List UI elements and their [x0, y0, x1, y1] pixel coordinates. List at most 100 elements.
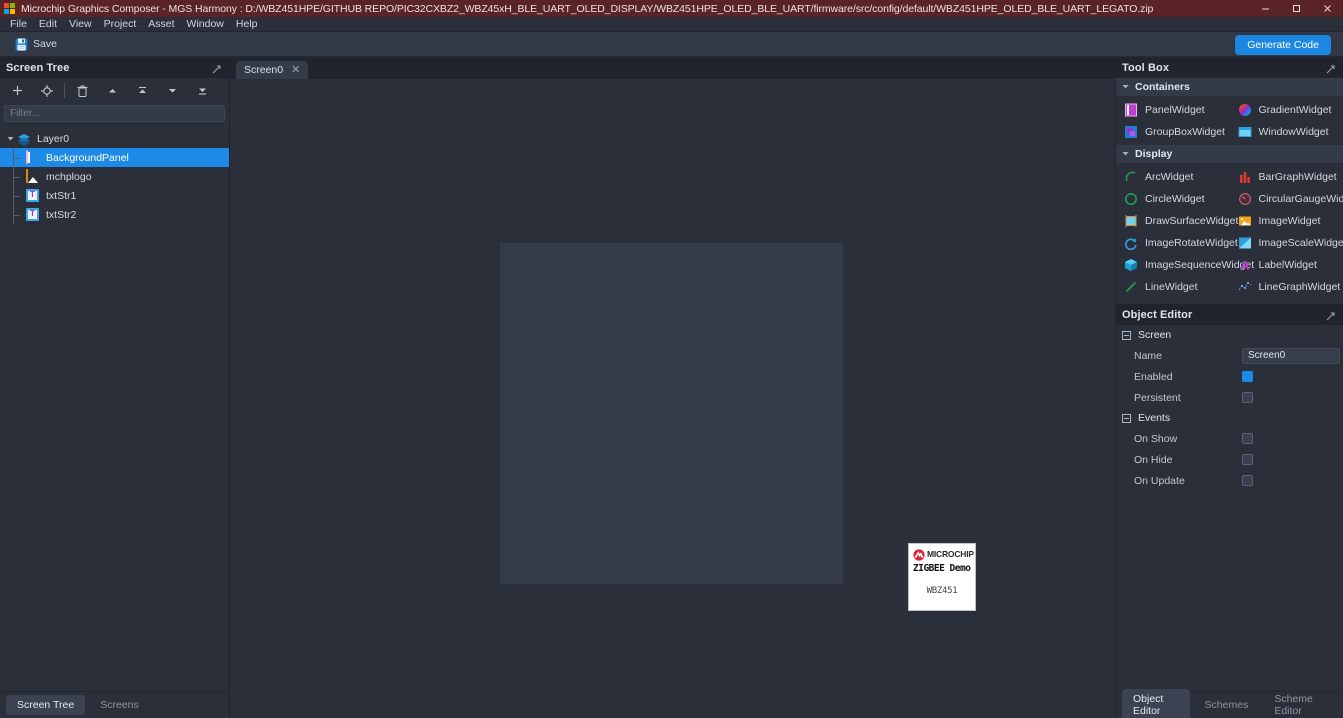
image-widget-icon	[1238, 214, 1252, 228]
title-bar: Microchip Graphics Composer - MGS Harmon…	[0, 0, 1343, 17]
toolbox-item-label: ArcWidget	[1145, 171, 1194, 183]
device-screen-preview[interactable]: MICROCHIP ZIGBEE Demo WBZ451	[908, 543, 976, 611]
menu-asset[interactable]: Asset	[142, 17, 180, 32]
persistent-checkbox[interactable]	[1242, 392, 1253, 403]
menu-project[interactable]: Project	[98, 17, 143, 32]
bargraph-widget-icon	[1238, 170, 1252, 184]
tab-schemes[interactable]: Schemes	[1194, 695, 1260, 715]
gradient-widget-icon	[1238, 103, 1252, 117]
generate-code-button[interactable]: Generate Code	[1235, 35, 1331, 55]
design-canvas[interactable]: MICROCHIP ZIGBEE Demo WBZ451	[230, 79, 1115, 718]
toolbox-item-bargraphwidget[interactable]: BarGraphWidget	[1230, 166, 1343, 188]
tab-label: Screen0	[244, 64, 284, 76]
document-tabs: Screen0 ✕	[230, 57, 1115, 79]
enabled-checkbox[interactable]	[1242, 371, 1253, 382]
main-toolbar: Save Generate Code	[0, 32, 1343, 57]
expand-icon[interactable]	[211, 62, 222, 80]
toolbox-item-imagesequencewidget[interactable]: ImageSequenceWidget	[1116, 254, 1254, 276]
object-group-events[interactable]: Events	[1116, 408, 1343, 428]
toolbox-item-gradientwidget[interactable]: GradientWidget	[1230, 99, 1343, 121]
menu-view[interactable]: View	[63, 17, 98, 32]
tree-node-backgroundpanel[interactable]: BackgroundPanel	[0, 148, 229, 167]
svg-text:A: A	[1240, 258, 1250, 272]
filter-input[interactable]	[10, 108, 219, 119]
collapse-icon[interactable]	[1122, 330, 1131, 340]
property-label: On Show	[1134, 432, 1178, 445]
move-down-icon[interactable]	[157, 80, 187, 101]
toolbox-item-imagerotatewidget[interactable]: ImageRotateWidget	[1116, 232, 1238, 254]
menu-edit[interactable]: Edit	[33, 17, 63, 32]
move-up-icon[interactable]	[97, 80, 127, 101]
close-icon[interactable]	[1312, 0, 1343, 17]
main-body: Screen Tree Filter... Layer0 BackgroundP…	[0, 57, 1343, 718]
minimize-icon[interactable]	[1250, 0, 1281, 17]
toolbox-item-circlewidget[interactable]: CircleWidget	[1116, 188, 1230, 210]
target-icon[interactable]	[32, 80, 62, 101]
toolbox-section-display[interactable]: Display	[1116, 145, 1343, 163]
name-input[interactable]	[1242, 347, 1340, 364]
tree-node-txtstr1[interactable]: T txtStr1	[0, 186, 229, 205]
save-button[interactable]: Save	[10, 36, 62, 53]
trash-icon[interactable]	[67, 80, 97, 101]
chevron-down-icon[interactable]	[1121, 78, 1130, 96]
tree-node-layer0[interactable]: Layer0	[0, 129, 229, 148]
toolbox-item-panelwidget[interactable]: PanelWidget	[1116, 99, 1230, 121]
toolbox-item-label: BarGraphWidget	[1258, 171, 1337, 183]
expand-icon[interactable]	[1325, 309, 1336, 327]
add-button[interactable]	[2, 80, 32, 101]
circle-widget-icon	[1124, 192, 1138, 206]
object-group-screen[interactable]: Screen	[1116, 325, 1343, 345]
menu-window[interactable]: Window	[181, 17, 230, 32]
tab-scheme-editor[interactable]: Scheme Editor	[1263, 689, 1337, 718]
toolbox-item-linewidget[interactable]: LineWidget	[1116, 276, 1230, 298]
toolbox-item-groupboxwidget[interactable]: GroupBoxWidget	[1116, 121, 1230, 143]
filter-box[interactable]	[4, 105, 225, 122]
property-row-on-show: On Show	[1116, 428, 1343, 449]
tab-screen-tree[interactable]: Screen Tree	[6, 695, 86, 715]
toolbox-section-containers[interactable]: Containers	[1116, 78, 1343, 96]
layer-icon	[17, 132, 31, 146]
toolbox-item-labelwidget[interactable]: A LabelWidget	[1230, 254, 1343, 276]
on-hide-checkbox[interactable]	[1242, 454, 1253, 465]
panel-widget-icon	[1124, 103, 1138, 117]
circulargauge-widget-icon	[1238, 192, 1252, 206]
tree-indent-guide	[4, 167, 26, 186]
toolbox-item-windowwidget[interactable]: WindowWidget	[1230, 121, 1343, 143]
window-title: Microchip Graphics Composer - MGS Harmon…	[21, 2, 1154, 15]
toolbox-item-drawsurfacewidget[interactable]: DrawSurfaceWidget	[1116, 210, 1238, 232]
expand-icon[interactable]	[1325, 62, 1336, 80]
group-label: Screen	[1138, 329, 1172, 341]
toolbox-item-label: CircleWidget	[1145, 193, 1205, 205]
menu-help[interactable]: Help	[230, 17, 264, 32]
canvas-workspace[interactable]: MICROCHIP ZIGBEE Demo WBZ451	[500, 243, 976, 611]
right-panel: Tool Box Containers PanelWidget Gradient…	[1115, 57, 1343, 718]
move-to-bottom-icon[interactable]	[187, 80, 217, 101]
chevron-down-icon[interactable]	[1121, 145, 1130, 163]
collapse-icon[interactable]	[1122, 413, 1131, 423]
tree-node-mchplogo[interactable]: mchplogo	[0, 167, 229, 186]
drawsurface-widget-icon	[1124, 214, 1138, 228]
toolbox-item-imagewidget[interactable]: ImageWidget	[1230, 210, 1343, 232]
toolbox-item-circulargaugewidget[interactable]: CircularGaugeWidget	[1230, 188, 1343, 210]
move-to-top-icon[interactable]	[127, 80, 157, 101]
tree-node-txtstr2[interactable]: T txtStr2	[0, 205, 229, 224]
tree-indent-guide	[4, 148, 26, 167]
maximize-icon[interactable]	[1281, 0, 1312, 17]
section-label: Containers	[1135, 81, 1190, 93]
tab-object-editor[interactable]: Object Editor	[1122, 689, 1190, 718]
toolbox-item-label: DrawSurfaceWidget	[1145, 215, 1239, 227]
on-show-checkbox[interactable]	[1242, 433, 1253, 444]
toolbox-item-linegraphwidget[interactable]: LineGraphWidget	[1230, 276, 1343, 298]
on-update-checkbox[interactable]	[1242, 475, 1253, 486]
menu-file[interactable]: File	[4, 17, 33, 32]
toolbox-item-arcwidget[interactable]: ArcWidget	[1116, 166, 1230, 188]
screen-tree-panel: Screen Tree Filter... Layer0 BackgroundP…	[0, 57, 230, 718]
chevron-down-icon[interactable]	[4, 134, 17, 143]
section-label: Display	[1135, 148, 1173, 160]
tree-node-label: txtStr2	[46, 208, 77, 221]
device-text-line1: ZIGBEE Demo	[913, 563, 971, 574]
toolbox-item-imagescalewidget[interactable]: ImageScaleWidget	[1230, 232, 1343, 254]
tab-screens[interactable]: Screens	[89, 695, 150, 715]
close-icon[interactable]: ✕	[291, 64, 300, 76]
tab-screen0[interactable]: Screen0 ✕	[236, 61, 309, 79]
